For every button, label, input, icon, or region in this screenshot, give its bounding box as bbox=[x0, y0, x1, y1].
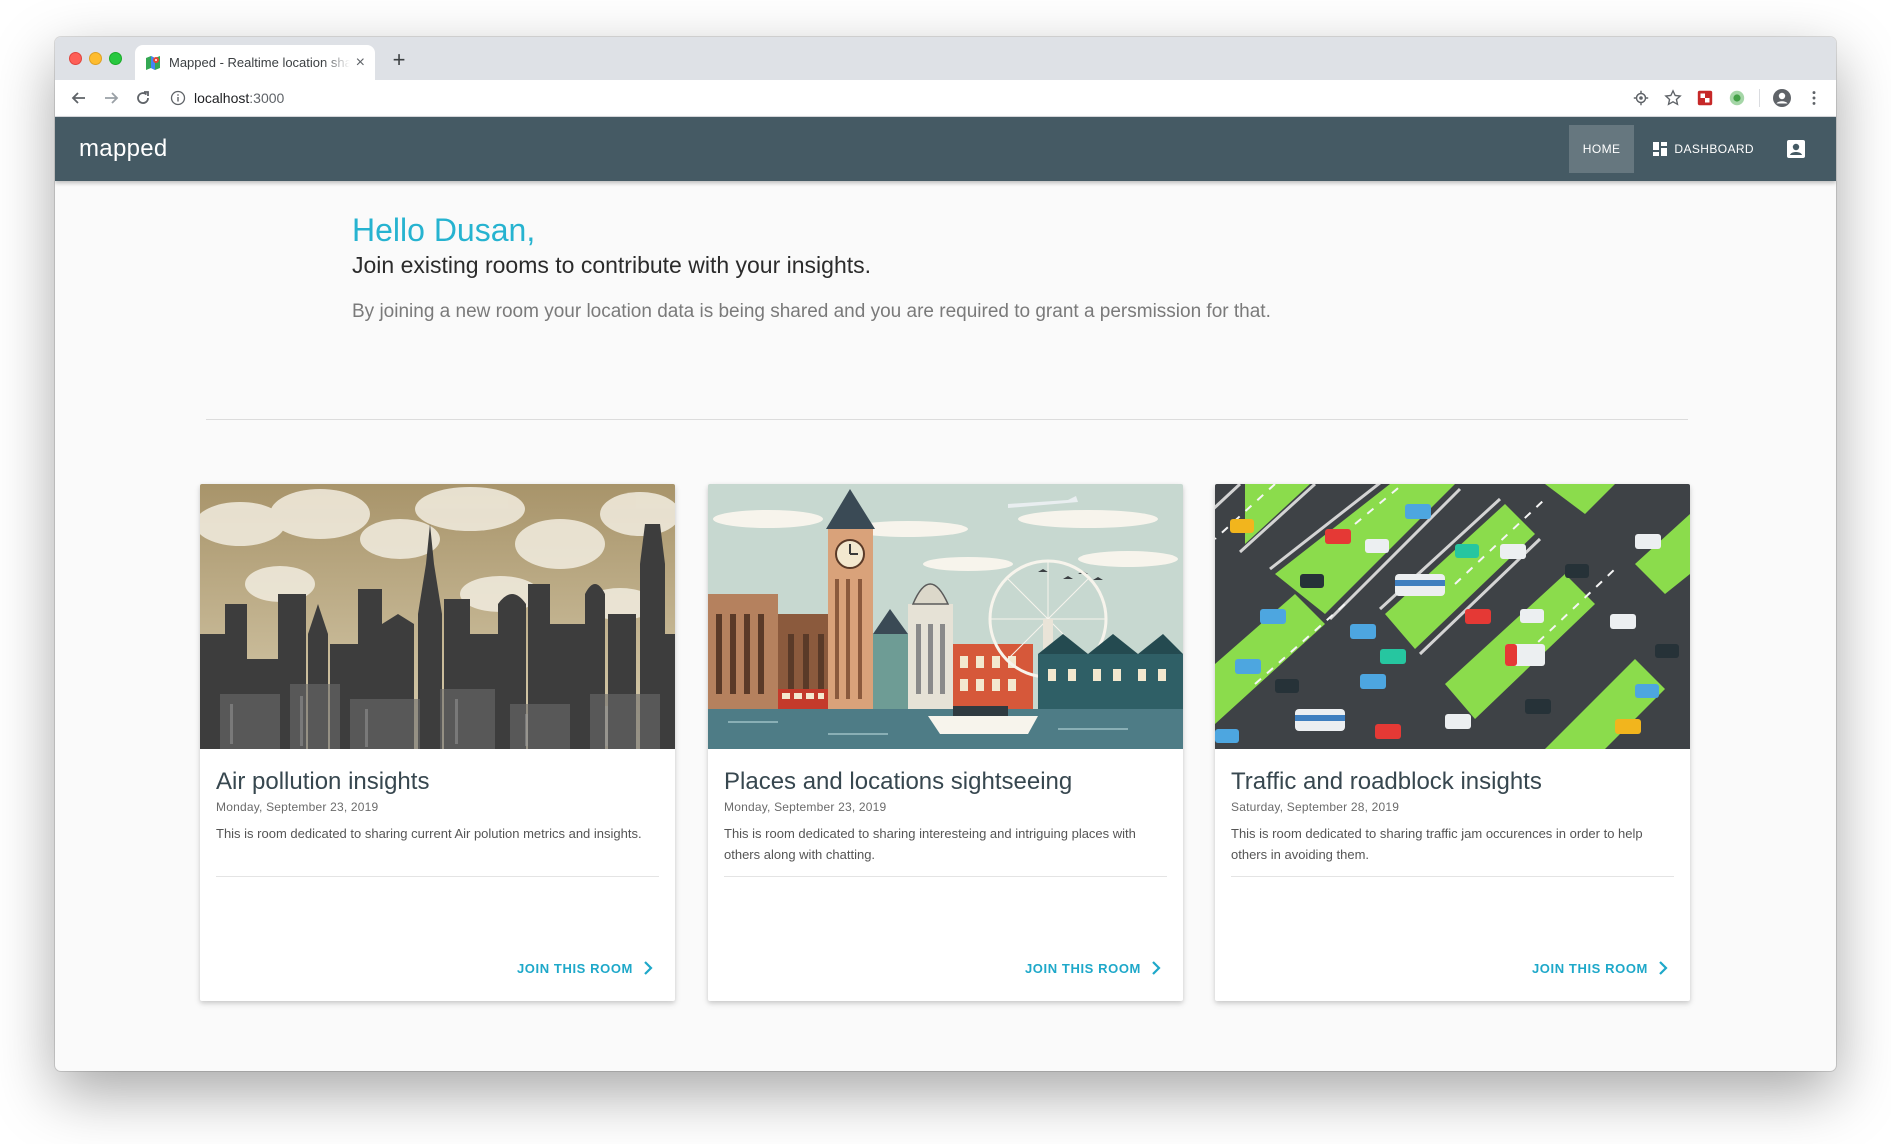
reload-icon bbox=[137, 91, 149, 104]
card-divider bbox=[216, 876, 659, 877]
dashboard-icon bbox=[1653, 142, 1668, 156]
card-title: Places and locations sightseeing bbox=[724, 768, 1073, 795]
room-card-traffic: Traffic and roadblock insights Saturday,… bbox=[1215, 484, 1690, 1001]
browser-toolbar: localhost:3000 bbox=[55, 80, 1836, 117]
join-room-button[interactable]: JOIN THIS ROOM bbox=[1532, 956, 1670, 980]
address-bar[interactable]: localhost:3000 bbox=[170, 83, 1675, 113]
forward-button[interactable] bbox=[95, 82, 127, 114]
room-card-air-pollution: Air pollution insights Monday, September… bbox=[200, 484, 675, 1001]
city-smog-illustration bbox=[200, 484, 675, 749]
chevron-right-icon bbox=[1152, 961, 1161, 975]
url-text: localhost:3000 bbox=[194, 90, 284, 106]
card-title: Traffic and roadblock insights bbox=[1231, 768, 1542, 795]
room-card-sightseeing: Places and locations sightseeing Monday,… bbox=[708, 484, 1183, 1001]
browser-tab[interactable]: Mapped - Realtime location sharing × bbox=[135, 45, 375, 80]
join-room-button[interactable]: JOIN THIS ROOM bbox=[1025, 956, 1163, 980]
nav-dashboard-label: DASHBOARD bbox=[1674, 142, 1754, 156]
maximize-window-button[interactable] bbox=[109, 52, 122, 65]
new-tab-button[interactable]: + bbox=[386, 47, 412, 73]
card-divider bbox=[724, 876, 1167, 877]
card-description: This is room dedicated to sharing traffi… bbox=[1231, 826, 1643, 862]
more-menu-icon[interactable] bbox=[1804, 88, 1824, 108]
card-date: Monday, September 23, 2019 bbox=[216, 800, 379, 814]
join-room-button[interactable]: JOIN THIS ROOM bbox=[517, 956, 655, 980]
card-description: This is room dedicated to sharing intere… bbox=[724, 826, 1136, 862]
card-date: Saturday, September 28, 2019 bbox=[1231, 800, 1400, 814]
account-button[interactable] bbox=[1772, 125, 1820, 173]
card-divider bbox=[1231, 876, 1674, 877]
location-icon[interactable] bbox=[1631, 88, 1651, 108]
app-nav: HOME DASHBOARD bbox=[1568, 125, 1820, 173]
join-room-label: JOIN THIS ROOM bbox=[1531, 960, 1648, 976]
traffic-jam-illustration bbox=[1215, 484, 1690, 749]
section-divider bbox=[206, 419, 1688, 420]
extension-green-icon[interactable] bbox=[1727, 88, 1747, 108]
close-tab-icon[interactable]: × bbox=[356, 54, 365, 72]
browser-window: Mapped - Realtime location sharing × + l… bbox=[55, 37, 1836, 1071]
chevron-right-icon bbox=[1659, 961, 1668, 975]
maps-favicon-icon bbox=[145, 55, 161, 71]
greeting-heading: Hello Dusan, bbox=[352, 212, 536, 248]
card-description: This is room dedicated to sharing curren… bbox=[216, 826, 642, 841]
back-button[interactable] bbox=[63, 82, 95, 114]
account-box-icon bbox=[1787, 140, 1805, 158]
browser-titlebar: Mapped - Realtime location sharing × + bbox=[55, 37, 1836, 80]
toolbar-actions bbox=[1631, 83, 1824, 113]
url-port: :3000 bbox=[249, 90, 285, 106]
minimize-window-button[interactable] bbox=[89, 52, 102, 65]
close-window-button[interactable] bbox=[69, 52, 82, 65]
profile-icon[interactable] bbox=[1772, 88, 1792, 108]
join-room-label: JOIN THIS ROOM bbox=[516, 960, 633, 976]
extension-red-icon[interactable] bbox=[1695, 88, 1715, 108]
app-bar: mapped HOME DASHBOARD bbox=[55, 117, 1836, 181]
hero-subtitle: Join existing rooms to contribute with y… bbox=[352, 252, 872, 278]
london-landmarks-illustration bbox=[708, 484, 1183, 749]
card-title: Air pollution insights bbox=[216, 768, 430, 795]
info-icon[interactable] bbox=[170, 90, 186, 106]
reload-button[interactable] bbox=[127, 82, 159, 114]
permission-notice: By joining a new room your location data… bbox=[352, 301, 1271, 322]
join-room-label: JOIN THIS ROOM bbox=[1024, 960, 1141, 976]
tab-title: Mapped - Realtime location sharing bbox=[169, 55, 350, 70]
brand-logo[interactable]: mapped bbox=[79, 135, 168, 163]
arrow-left-icon bbox=[71, 92, 85, 104]
card-date: Monday, September 23, 2019 bbox=[724, 800, 887, 814]
nav-home-button[interactable]: HOME bbox=[1568, 125, 1635, 173]
bookmark-star-icon[interactable] bbox=[1663, 88, 1683, 108]
arrow-right-icon bbox=[105, 92, 119, 104]
toolbar-separator bbox=[1759, 89, 1760, 107]
chevron-right-icon bbox=[644, 961, 653, 975]
nav-dashboard-button[interactable]: DASHBOARD bbox=[1638, 125, 1768, 173]
url-host: localhost bbox=[194, 90, 250, 106]
nav-home-label: HOME bbox=[1582, 142, 1621, 156]
